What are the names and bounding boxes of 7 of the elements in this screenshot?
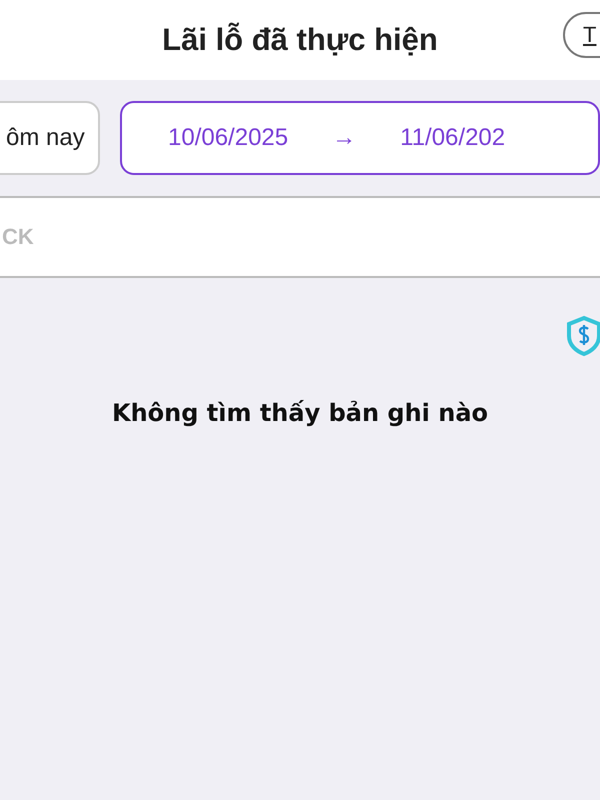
date-range-field[interactable]: 10/06/2025 → 11/06/202: [120, 101, 600, 175]
action-button[interactable]: T: [563, 12, 600, 58]
period-select[interactable]: ôm nay: [0, 101, 100, 175]
page-title: Lãi lỗ đã thực hiện: [162, 22, 438, 58]
shield-dollar-icon[interactable]: [566, 315, 600, 357]
empty-message: Không tìm thấy bản ghi nào: [110, 399, 490, 427]
search-field[interactable]: CK: [0, 198, 600, 278]
